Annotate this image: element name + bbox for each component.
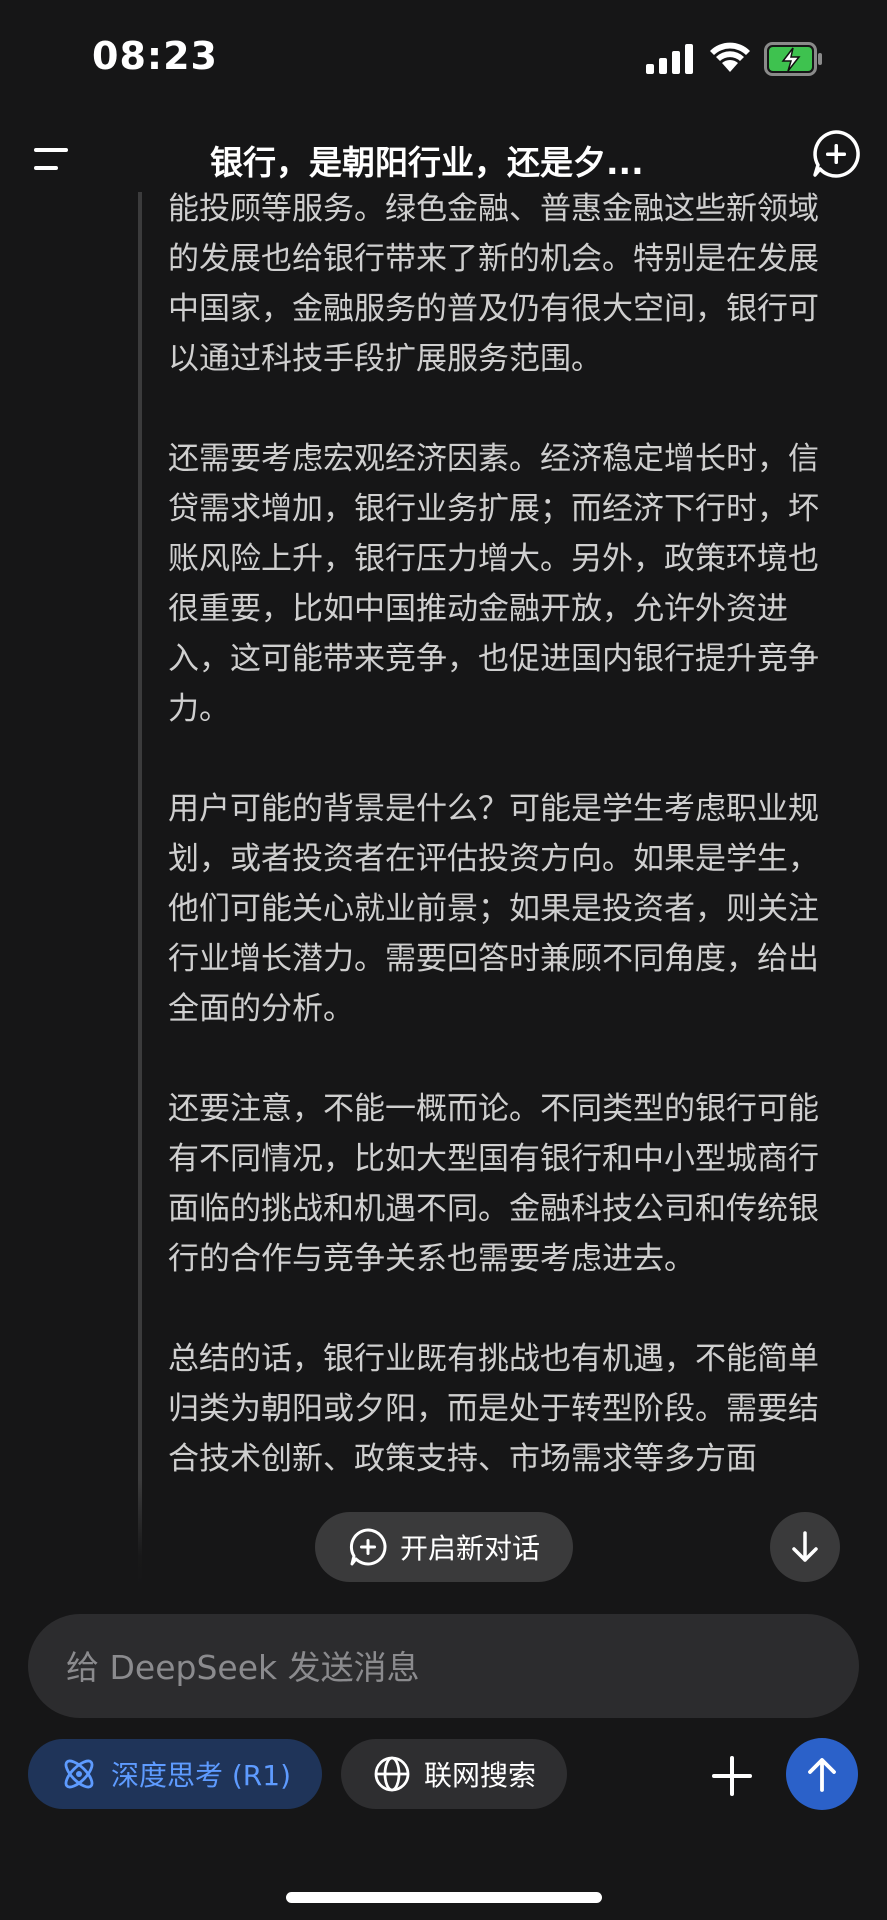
thinking-content: 能投顾等服务。绿色金融、普惠金融这些新领域的发展也给银行带来了新的机会。特别是在… (0, 192, 887, 1582)
page-title: 银行，是朝阳行业，还是夕... (210, 143, 644, 182)
arrow-up-icon (808, 1758, 836, 1792)
new-chat-icon[interactable] (810, 128, 862, 180)
battery-charging-icon (764, 42, 822, 76)
atom-icon (64, 1759, 94, 1789)
new-chat-button[interactable]: 开启新对话 (315, 1512, 573, 1582)
thinking-paragraph: 还需要考虑宏观经济因素。经济稳定增长时，信贷需求增加，银行业务扩展；而经济下行时… (168, 441, 819, 727)
chat-plus-icon (349, 1528, 387, 1566)
deep-think-label: 深度思考 (R1) (110, 1759, 292, 1792)
thinking-paragraph: 能投顾等服务。绿色金融、普惠金融这些新领域的发展也给银行带来了新的机会。特别是在… (168, 192, 819, 377)
thinking-text: 能投顾等服务。绿色金融、普惠金融这些新领域的发展也给银行带来了新的机会。特别是在… (168, 192, 848, 1534)
scroll-down-button[interactable] (770, 1512, 840, 1582)
send-button[interactable] (786, 1738, 858, 1810)
thinking-quote-bar (138, 192, 142, 1582)
wifi-icon (710, 42, 750, 72)
signal-icon (646, 44, 693, 74)
deep-think-button[interactable]: 深度思考 (R1) (28, 1739, 322, 1809)
globe-icon (374, 1756, 410, 1792)
status-bar: 08:23 (0, 0, 887, 120)
web-search-button[interactable]: 联网搜索 (341, 1739, 567, 1809)
new-chat-label: 开启新对话 (399, 1532, 540, 1565)
thinking-paragraph: 总结的话，银行业既有挑战也有机遇，不能简单归类为朝阳或夕阳，而是处于转型阶段。需… (168, 1341, 819, 1477)
home-indicator (286, 1892, 602, 1903)
nav-bar: 银行，是朝阳行业，还是夕... (0, 120, 887, 192)
menu-icon[interactable] (30, 140, 78, 180)
thinking-paragraph: 用户可能的背景是什么？可能是学生考虑职业规划，或者投资者在评估投资方向。如果是学… (168, 791, 819, 1027)
message-input[interactable] (64, 1614, 828, 1720)
web-search-label: 联网搜索 (423, 1759, 536, 1792)
thinking-paragraph: 还要注意，不能一概而论。不同类型的银行可能有不同情况，比如大型国有银行和中小型城… (168, 1091, 819, 1277)
message-composer (28, 1614, 859, 1720)
plus-icon[interactable] (708, 1752, 756, 1800)
status-time: 08:23 (92, 34, 218, 78)
arrow-down-icon (792, 1531, 818, 1562)
